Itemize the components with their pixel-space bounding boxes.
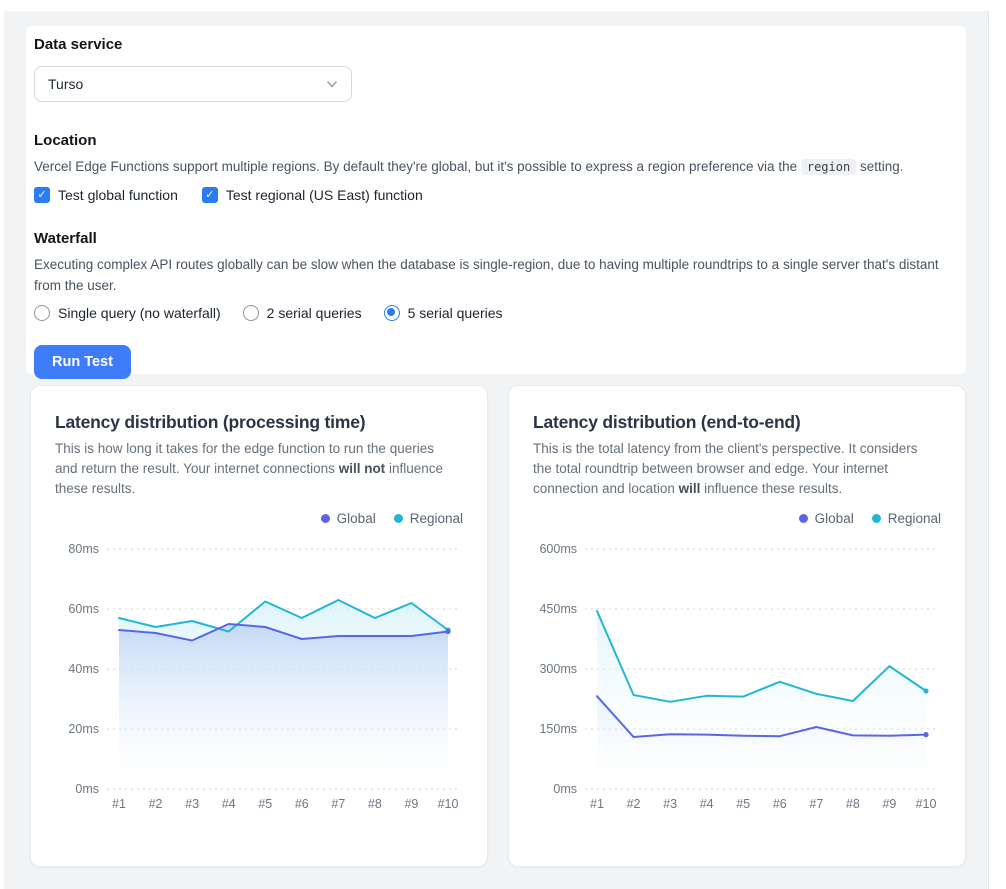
- checkbox-label: Test global function: [58, 187, 178, 203]
- radio-2-serial-queries[interactable]: 2 serial queries: [243, 305, 362, 321]
- legend-label: Global: [815, 511, 854, 526]
- svg-text:#1: #1: [590, 797, 604, 811]
- svg-text:0ms: 0ms: [553, 782, 577, 796]
- legend-label: Regional: [410, 511, 463, 526]
- checkbox-checked-icon[interactable]: ✓: [202, 187, 218, 203]
- legend-item-regional: Regional: [872, 511, 941, 526]
- legend-label: Global: [337, 511, 376, 526]
- data-service-heading: Data service: [34, 36, 954, 53]
- legend-item-global: Global: [321, 511, 376, 526]
- global-legend-dot-icon: [799, 514, 808, 523]
- checkbox-test-regional-function[interactable]: ✓ Test regional (US East) function: [202, 187, 423, 203]
- test-config-panel: Data service Turso Location Vercel Edge …: [26, 26, 966, 374]
- svg-text:80ms: 80ms: [68, 542, 99, 556]
- chart-title: Latency distribution (end-to-end): [533, 412, 941, 433]
- legend-label: Regional: [888, 511, 941, 526]
- end-to-end-chart: 0ms 150ms 300ms 450ms 600ms #1 #2 #3 #4 #5 #6 #7 #8 #…: [533, 535, 943, 827]
- radio-5-serial-queries[interactable]: 5 serial queries: [384, 305, 503, 321]
- data-service-selected-value: Turso: [48, 76, 83, 92]
- region-code-chip: region: [801, 159, 856, 175]
- legend-item-global: Global: [799, 511, 854, 526]
- svg-text:#1: #1: [112, 797, 126, 811]
- processing-time-card: Latency distribution (processing time) T…: [30, 385, 488, 867]
- svg-text:20ms: 20ms: [68, 722, 99, 736]
- svg-text:#3: #3: [663, 797, 677, 811]
- regional-legend-dot-icon: [394, 514, 403, 523]
- radio-single-query[interactable]: Single query (no waterfall): [34, 305, 221, 321]
- svg-text:#6: #6: [295, 797, 309, 811]
- svg-text:#7: #7: [809, 797, 823, 811]
- svg-text:#3: #3: [185, 797, 199, 811]
- waterfall-description: Executing complex API routes globally ca…: [34, 255, 954, 296]
- chart-title: Latency distribution (processing time): [55, 412, 463, 433]
- charts-section: Latency distribution (processing time) T…: [30, 385, 966, 867]
- svg-text:#4: #4: [700, 797, 714, 811]
- svg-text:#8: #8: [368, 797, 382, 811]
- chart-description-tail: influence these results.: [700, 481, 842, 496]
- chevron-down-icon: [325, 77, 339, 91]
- radio-selected-icon[interactable]: [384, 305, 400, 321]
- svg-text:#8: #8: [846, 797, 860, 811]
- svg-text:#4: #4: [222, 797, 236, 811]
- global-legend-dot-icon: [321, 514, 330, 523]
- radio-label: 5 serial queries: [408, 305, 503, 321]
- location-description: Vercel Edge Functions support multiple r…: [34, 157, 954, 177]
- waterfall-radio-group: Single query (no waterfall) 2 serial que…: [34, 305, 954, 321]
- svg-text:#7: #7: [331, 797, 345, 811]
- svg-text:#5: #5: [736, 797, 750, 811]
- svg-text:#6: #6: [773, 797, 787, 811]
- checkbox-checked-icon[interactable]: ✓: [34, 187, 50, 203]
- radio-unselected-icon[interactable]: [243, 305, 259, 321]
- svg-text:600ms: 600ms: [539, 542, 577, 556]
- data-service-select[interactable]: Turso: [34, 66, 352, 102]
- radio-label: Single query (no waterfall): [58, 305, 221, 321]
- checkbox-test-global-function[interactable]: ✓ Test global function: [34, 187, 178, 203]
- svg-text:300ms: 300ms: [539, 662, 577, 676]
- location-checkbox-group: ✓ Test global function ✓ Test regional (…: [34, 187, 954, 203]
- svg-text:#5: #5: [258, 797, 272, 811]
- svg-text:#9: #9: [882, 797, 896, 811]
- svg-text:#9: #9: [404, 797, 418, 811]
- chart-legend: Global Regional: [533, 511, 941, 527]
- location-description-text: Vercel Edge Functions support multiple r…: [34, 159, 801, 174]
- svg-text:#10: #10: [438, 797, 459, 811]
- location-heading: Location: [34, 132, 954, 149]
- svg-text:60ms: 60ms: [68, 602, 99, 616]
- legend-item-regional: Regional: [394, 511, 463, 526]
- processing-time-chart: 0ms 20ms 40ms 60ms 80ms #1 #2 #3 #4 #5 #6 #7 #8 #9 #10: [55, 535, 465, 827]
- location-description-tail: setting.: [856, 159, 903, 174]
- svg-text:#10: #10: [916, 797, 937, 811]
- end-to-end-card: Latency distribution (end-to-end) This i…: [508, 385, 966, 867]
- run-test-button[interactable]: Run Test: [34, 345, 131, 379]
- svg-text:#2: #2: [627, 797, 641, 811]
- chart-legend: Global Regional: [55, 511, 463, 527]
- chart-description: This is the total latency from the clien…: [533, 439, 925, 499]
- chart-description-bold: will not: [339, 461, 386, 476]
- regional-legend-dot-icon: [872, 514, 881, 523]
- app-viewport: Data service Turso Location Vercel Edge …: [4, 11, 989, 889]
- checkbox-label: Test regional (US East) function: [226, 187, 423, 203]
- radio-unselected-icon[interactable]: [34, 305, 50, 321]
- chart-description: This is how long it takes for the edge f…: [55, 439, 447, 499]
- radio-label: 2 serial queries: [267, 305, 362, 321]
- chart-description-bold: will: [679, 481, 701, 496]
- svg-text:450ms: 450ms: [539, 602, 577, 616]
- svg-text:#2: #2: [149, 797, 163, 811]
- svg-text:40ms: 40ms: [68, 662, 99, 676]
- svg-text:150ms: 150ms: [539, 722, 577, 736]
- svg-text:0ms: 0ms: [75, 782, 99, 796]
- waterfall-heading: Waterfall: [34, 230, 954, 247]
